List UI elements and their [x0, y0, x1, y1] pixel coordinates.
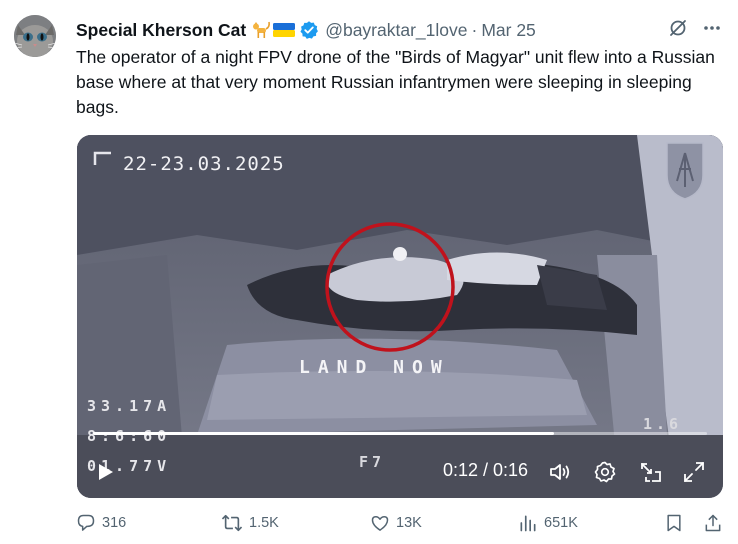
video-time: 0:12 / 0:16	[443, 460, 529, 480]
repost-count: 1.5K	[249, 515, 279, 531]
tweet-text: The operator of a night FPV drone of the…	[76, 47, 715, 117]
video-progress-bar[interactable]	[93, 432, 707, 435]
share-icon	[705, 514, 721, 532]
author-emojis	[251, 21, 296, 39]
like-count: 13K	[396, 515, 422, 531]
volume-button[interactable]	[547, 459, 573, 485]
reply-button[interactable]: 316	[76, 513, 126, 533]
share-button[interactable]	[703, 513, 723, 533]
reply-count: 316	[102, 515, 127, 531]
fullscreen-icon	[684, 462, 704, 482]
settings-button[interactable]	[592, 459, 618, 485]
ukraine-flag-icon	[273, 23, 296, 37]
tweet-date[interactable]: Mar 25	[481, 20, 535, 41]
like-icon	[371, 516, 389, 531]
cat-emoji-icon	[253, 21, 271, 38]
verified-icon	[300, 21, 319, 39]
video-frame	[77, 135, 723, 498]
tweet-action-bar: 316 1.5K 13K 651K	[76, 513, 724, 541]
settings-icon	[594, 461, 616, 483]
bookmark-button[interactable]	[664, 513, 684, 533]
header-actions	[668, 18, 722, 42]
views-icon	[520, 515, 536, 532]
osd-readout-1: 33.17A	[87, 397, 172, 415]
separator-dot: ·	[471, 19, 478, 40]
play-icon	[99, 464, 113, 480]
like-button[interactable]: 13K	[370, 513, 422, 533]
video-player[interactable]: 22-23.03.2025 LAND NOW 33.17A 8:6:60 01.…	[77, 135, 723, 498]
view-count: 651K	[544, 515, 578, 531]
grok-icon	[670, 19, 686, 36]
more-button[interactable]	[702, 18, 722, 43]
grok-button[interactable]	[668, 18, 688, 43]
verified-badge[interactable]	[299, 20, 319, 40]
volume-icon	[550, 464, 570, 480]
osd-readout-f7: F7	[359, 453, 386, 471]
reply-icon	[77, 514, 95, 531]
avatar[interactable]	[14, 15, 56, 57]
more-icon	[704, 25, 720, 30]
author-name[interactable]: Special Kherson Cat	[76, 20, 246, 41]
author-handle[interactable]: @bayraktar_1love	[325, 20, 467, 41]
osd-readout-2: 8:6:60	[87, 427, 172, 445]
repost-button[interactable]: 1.5K	[221, 513, 279, 533]
pip-button[interactable]	[638, 459, 664, 485]
repost-icon	[221, 514, 243, 532]
video-progress-fill	[93, 432, 554, 435]
land-now-overlay: LAND NOW	[299, 357, 450, 378]
views-button[interactable]: 651K	[518, 513, 578, 533]
pip-icon	[641, 463, 661, 482]
cat-avatar-image	[14, 15, 56, 57]
osd-readout-right: 1.6	[643, 415, 683, 433]
bookmark-icon	[667, 514, 681, 532]
play-button[interactable]	[93, 460, 117, 484]
fullscreen-button[interactable]	[681, 459, 707, 485]
video-timestamp-overlay: 22-23.03.2025	[123, 153, 285, 175]
tweet-header: Special Kherson Cat @bayraktar_1love · M…	[76, 18, 722, 42]
